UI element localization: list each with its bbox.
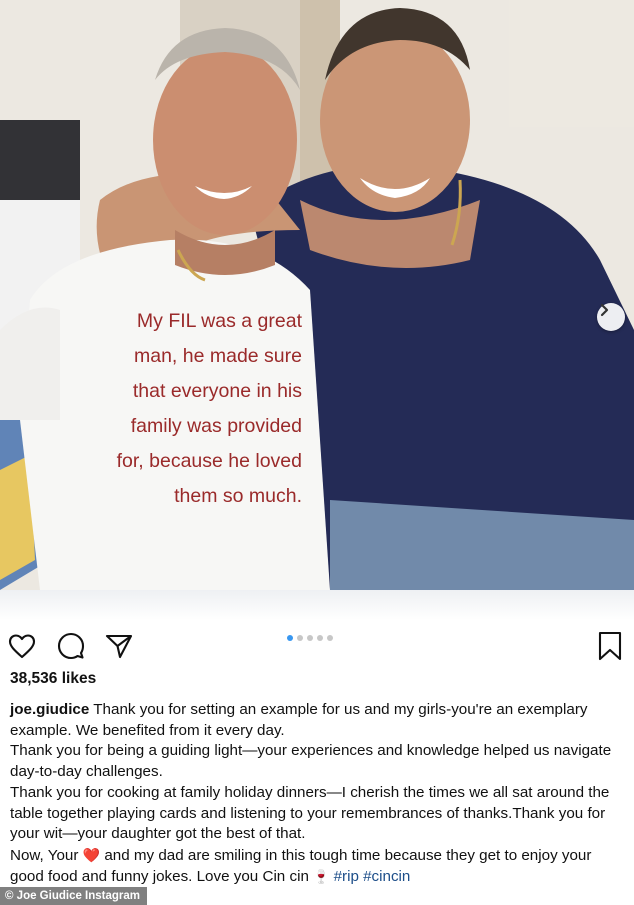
overlay-line: them so much. [174, 485, 302, 507]
overlay-line: My FIL was a great [136, 310, 302, 332]
heart-icon [8, 634, 36, 659]
post-caption: joe.giudice Thank you for setting an exa… [10, 700, 626, 887]
carousel-indicator [287, 635, 333, 641]
caption-paragraph: Thank you for being a guiding light—your… [10, 742, 612, 781]
chevron-right-icon [600, 303, 609, 317]
likes-count[interactable]: 38,536 likes [10, 670, 96, 688]
comment-icon [57, 632, 85, 660]
bookmark-icon [598, 631, 622, 661]
caption-username[interactable]: joe.giudice [10, 701, 89, 718]
action-bar [0, 626, 634, 666]
carousel-dot [307, 635, 313, 641]
caption-text: Now, Your [10, 846, 79, 864]
heart-emoji-icon: ❤️ [82, 846, 101, 863]
post-photo[interactable]: My FIL was a great man, he made sure tha… [0, 0, 634, 590]
comment-button[interactable] [55, 630, 87, 662]
carousel-next-button[interactable] [597, 303, 625, 331]
caption-paragraph: Thank you for cooking at family holiday … [10, 783, 610, 843]
overlay-line: family was provided [130, 415, 302, 437]
photo-caption-overlay: My FIL was a great man, he made sure tha… [92, 304, 302, 514]
share-button[interactable] [103, 630, 135, 662]
save-button[interactable] [594, 630, 626, 662]
wine-glass-emoji-icon: 🍷 [313, 868, 330, 884]
overlay-line: man, he made sure [133, 345, 302, 367]
overlay-line: that everyone in his [132, 380, 302, 402]
photo-bottom-fade [0, 590, 634, 620]
carousel-dot [317, 635, 323, 641]
caption-paragraph: Now, Your ❤️ and my dad are smiling in t… [10, 845, 626, 887]
carousel-dot [287, 635, 293, 641]
caption-text: Thank you for setting an example for us … [10, 701, 588, 739]
caption-paragraph: joe.giudice Thank you for setting an exa… [10, 700, 626, 741]
photo-credit: © Joe Giudice Instagram [0, 887, 148, 905]
carousel-dot [297, 635, 303, 641]
send-icon [105, 634, 133, 659]
like-button[interactable] [6, 630, 38, 662]
carousel-dot [327, 635, 333, 641]
hashtags[interactable]: #rip #cincin [334, 868, 411, 885]
overlay-line: for, because he loved [116, 450, 302, 472]
